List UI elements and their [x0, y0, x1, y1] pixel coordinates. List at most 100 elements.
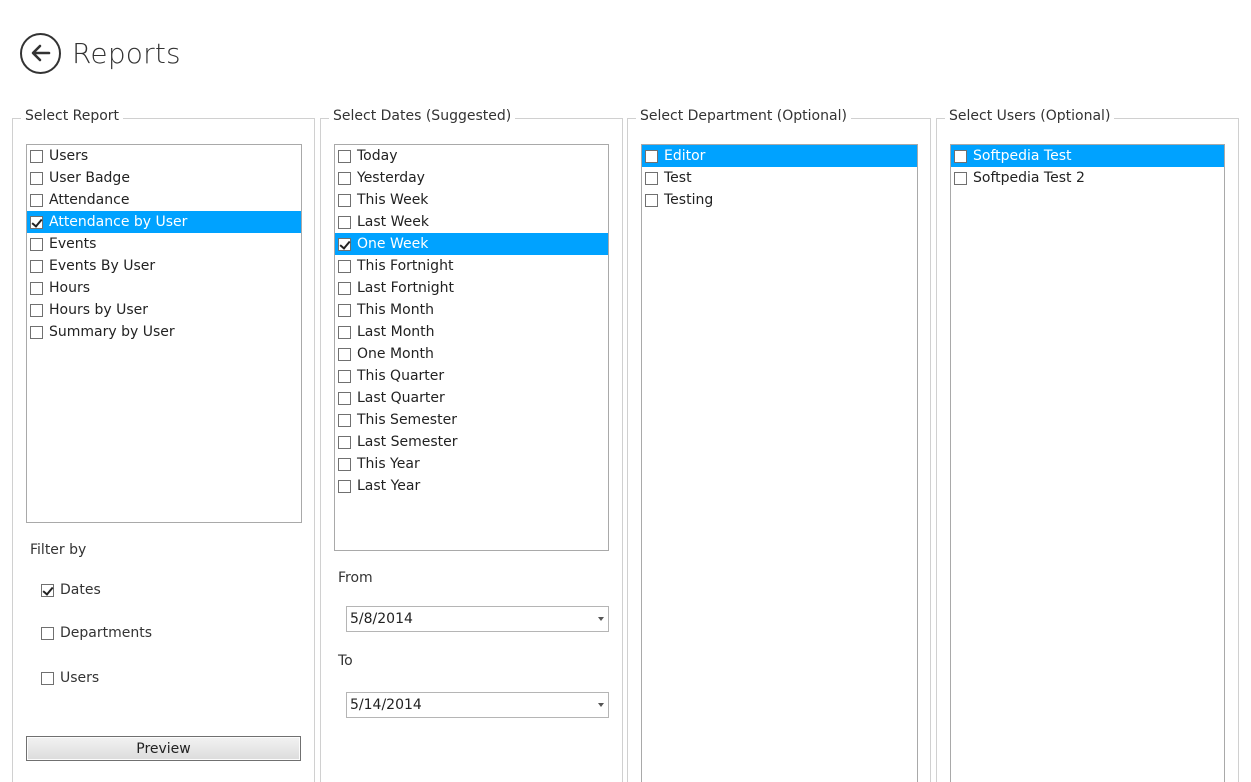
- checkbox-icon[interactable]: [338, 303, 351, 317]
- report-list-item[interactable]: Attendance: [27, 189, 301, 211]
- report-list-item-label: Hours: [49, 280, 91, 296]
- user-list-item[interactable]: Softpedia Test: [951, 145, 1224, 167]
- checkbox-icon[interactable]: [338, 171, 351, 185]
- checkbox-icon[interactable]: [30, 259, 43, 273]
- checkbox-icon[interactable]: [30, 193, 43, 207]
- user-list-item[interactable]: Softpedia Test 2: [951, 167, 1224, 189]
- back-arrow-icon: [31, 44, 50, 62]
- checkbox-icon[interactable]: [338, 457, 351, 471]
- select-report-legend: Select Report: [21, 108, 124, 124]
- filter-by-label: Filter by: [30, 542, 87, 558]
- date-list-item[interactable]: Today: [335, 145, 608, 167]
- checkbox-icon[interactable]: [338, 281, 351, 295]
- department-list[interactable]: Editor Test Testing: [641, 144, 918, 782]
- date-list-item[interactable]: One Week: [335, 233, 608, 255]
- filter-departments-checkbox[interactable]: Departments: [41, 625, 152, 641]
- department-list-item[interactable]: Testing: [642, 189, 917, 211]
- checkbox-icon[interactable]: [41, 583, 54, 597]
- date-list-item-label: This Quarter: [357, 368, 445, 384]
- back-button[interactable]: [20, 32, 61, 74]
- date-list-item[interactable]: Last Year: [335, 475, 608, 497]
- date-list-item[interactable]: This Semester: [335, 409, 608, 431]
- date-list-item-label: One Month: [357, 346, 434, 362]
- date-list-item[interactable]: Yesterday: [335, 167, 608, 189]
- checkbox-icon[interactable]: [954, 171, 967, 185]
- report-list-item[interactable]: Hours: [27, 277, 301, 299]
- department-list-item[interactable]: Editor: [642, 145, 917, 167]
- report-list-item[interactable]: Events By User: [27, 255, 301, 277]
- department-list-item-label: Editor: [664, 148, 706, 164]
- user-list-item-label: Softpedia Test 2: [973, 170, 1085, 186]
- date-list-item[interactable]: One Month: [335, 343, 608, 365]
- filter-label: Dates: [60, 582, 101, 598]
- checkbox-icon[interactable]: [30, 215, 43, 229]
- checkbox-icon[interactable]: [338, 479, 351, 493]
- checkbox-icon[interactable]: [338, 237, 351, 251]
- date-list-item[interactable]: Last Month: [335, 321, 608, 343]
- department-list-item-label: Test: [664, 170, 692, 186]
- checkbox-icon[interactable]: [30, 303, 43, 317]
- preview-button[interactable]: Preview: [26, 736, 301, 761]
- checkbox-icon[interactable]: [338, 149, 351, 163]
- checkbox-icon[interactable]: [30, 325, 43, 339]
- date-list-item-label: Last Year: [357, 478, 421, 494]
- checkbox-icon[interactable]: [30, 149, 43, 163]
- report-list-item-label: Events By User: [49, 258, 156, 274]
- checkbox-icon[interactable]: [338, 325, 351, 339]
- checkbox-icon[interactable]: [30, 281, 43, 295]
- checkbox-icon[interactable]: [338, 413, 351, 427]
- date-list-item[interactable]: Last Semester: [335, 431, 608, 453]
- checkbox-icon[interactable]: [41, 671, 54, 685]
- date-list-item[interactable]: This Month: [335, 299, 608, 321]
- date-list-item[interactable]: Last Fortnight: [335, 277, 608, 299]
- department-list-item-label: Testing: [664, 192, 714, 208]
- report-list-item-label: Attendance: [49, 192, 130, 208]
- dates-list[interactable]: Today Yesterday This Week Last Week One Week…: [334, 144, 609, 551]
- select-department-legend: Select Department (Optional): [636, 108, 851, 124]
- report-list[interactable]: Users User Badge Attendance Attendance by U…: [26, 144, 302, 523]
- checkbox-icon[interactable]: [30, 237, 43, 251]
- checkbox-icon[interactable]: [338, 391, 351, 405]
- date-list-item[interactable]: This Fortnight: [335, 255, 608, 277]
- page-title: Reports: [72, 36, 181, 70]
- checkbox-icon[interactable]: [645, 149, 658, 163]
- report-list-item-label: Events: [49, 236, 97, 252]
- checkbox-icon[interactable]: [338, 347, 351, 361]
- date-list-item-label: Last Month: [357, 324, 435, 340]
- checkbox-icon[interactable]: [41, 626, 54, 640]
- report-list-item[interactable]: User Badge: [27, 167, 301, 189]
- to-date-value: 5/14/2014: [350, 697, 422, 713]
- checkbox-icon[interactable]: [954, 149, 967, 163]
- checkbox-icon[interactable]: [645, 171, 658, 185]
- checkbox-icon[interactable]: [338, 215, 351, 229]
- to-date-picker[interactable]: 5/14/2014: [346, 692, 609, 718]
- date-list-item[interactable]: Last Week: [335, 211, 608, 233]
- checkbox-icon[interactable]: [645, 193, 658, 207]
- department-list-item[interactable]: Test: [642, 167, 917, 189]
- date-list-item-label: Yesterday: [357, 170, 425, 186]
- checkbox-icon[interactable]: [338, 193, 351, 207]
- report-list-item[interactable]: Hours by User: [27, 299, 301, 321]
- chevron-down-icon[interactable]: [598, 703, 604, 707]
- report-list-item[interactable]: Users: [27, 145, 301, 167]
- date-list-item[interactable]: Last Quarter: [335, 387, 608, 409]
- filter-dates-checkbox[interactable]: Dates: [41, 582, 101, 598]
- from-date-picker[interactable]: 5/8/2014: [346, 606, 609, 632]
- chevron-down-icon[interactable]: [598, 617, 604, 621]
- user-list-item-label: Softpedia Test: [973, 148, 1072, 164]
- report-list-item[interactable]: Summary by User: [27, 321, 301, 343]
- report-list-item[interactable]: Attendance by User: [27, 211, 301, 233]
- checkbox-icon[interactable]: [338, 259, 351, 273]
- report-list-item[interactable]: Events: [27, 233, 301, 255]
- checkbox-icon[interactable]: [338, 369, 351, 383]
- checkbox-icon[interactable]: [338, 435, 351, 449]
- users-list[interactable]: Softpedia Test Softpedia Test 2: [950, 144, 1225, 782]
- date-list-item[interactable]: This Year: [335, 453, 608, 475]
- filter-users-checkbox[interactable]: Users: [41, 670, 99, 686]
- checkbox-icon[interactable]: [30, 171, 43, 185]
- report-list-item-label: Users: [49, 148, 89, 164]
- date-list-item[interactable]: This Quarter: [335, 365, 608, 387]
- date-list-item-label: Today: [357, 148, 398, 164]
- report-list-item-label: Attendance by User: [49, 214, 188, 230]
- date-list-item[interactable]: This Week: [335, 189, 608, 211]
